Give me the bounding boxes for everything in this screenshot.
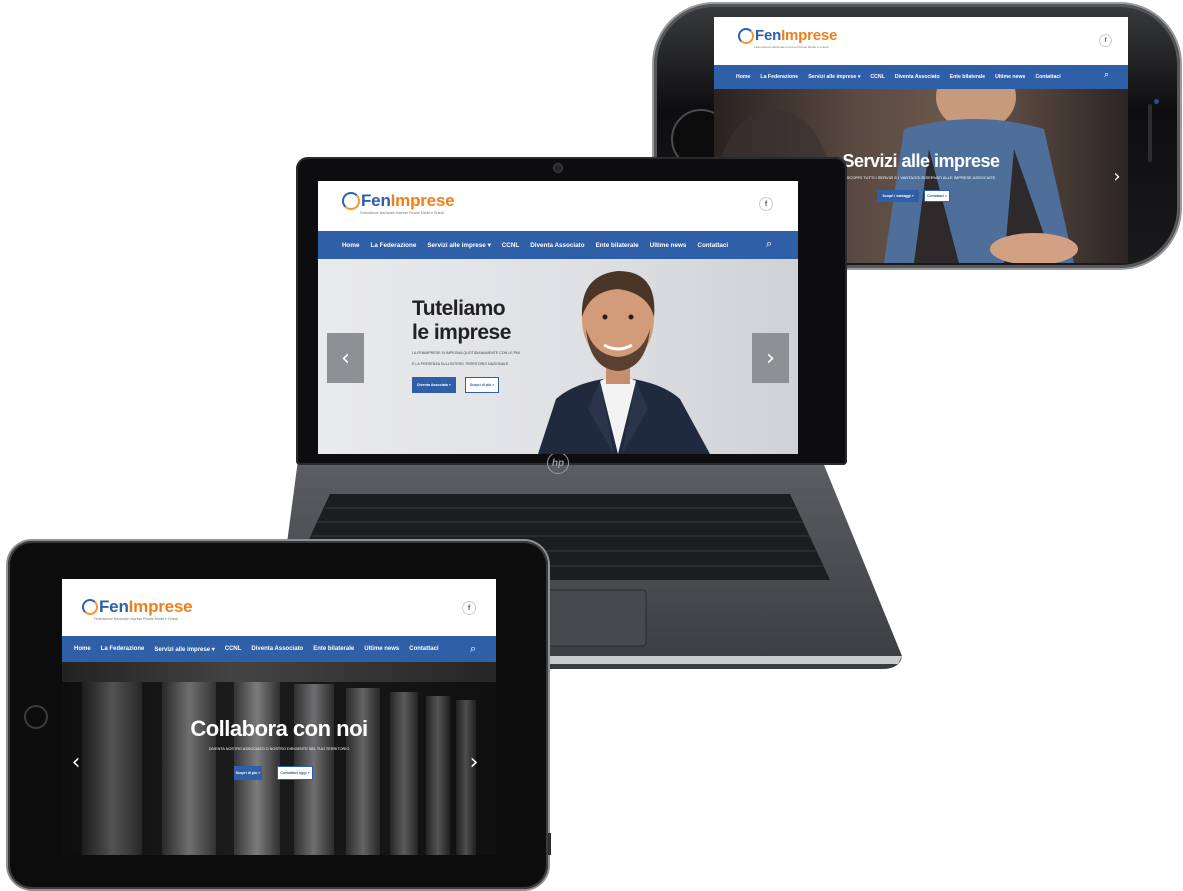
- laptop-btn-scopri-di-piu[interactable]: Scopri di più »: [465, 377, 499, 393]
- tablet-slider-prev-arrow[interactable]: ‹: [68, 748, 84, 776]
- tablet-hero-columns-image: [62, 662, 496, 855]
- nav-ccnl[interactable]: CCNL: [870, 74, 884, 80]
- laptop-facebook-icon[interactable]: f: [759, 197, 773, 211]
- nav-contattaci[interactable]: Contattaci: [697, 242, 728, 249]
- nav-home[interactable]: Home: [342, 242, 360, 249]
- phone-facebook-icon[interactable]: f: [1099, 34, 1112, 47]
- tablet-screen: FenImprese Federazione Nazionale Imprese…: [62, 579, 496, 855]
- search-icon[interactable]: ⌕: [1104, 70, 1109, 80]
- laptop-site-header: FenImprese Federazione Nazionale Imprese…: [318, 181, 798, 231]
- laptop-hero-subtitle-line2: E LA PRESENZA SULL'INTERO TERRITORIO NAZ…: [412, 362, 509, 366]
- tablet-logo-imprese: Imprese: [128, 597, 193, 616]
- laptop-hero-slide: ‹ › Tuteliamo le imprese LA FENIMPRESE S…: [318, 259, 798, 454]
- tablet-site-header: FenImprese Federazione Nazionale Imprese…: [62, 579, 496, 636]
- nav-servizi[interactable]: Servizi alle imprese ▾: [154, 646, 214, 653]
- tablet-side-button: [548, 833, 551, 855]
- nav-ultime-news[interactable]: Ultime news: [650, 242, 687, 249]
- tablet-hero-slide: ‹ › Collabora con noi DIVENTA NOSTRO ASS…: [62, 662, 496, 855]
- phone-site-header: FenImprese Federazione Nazionale Imprese…: [714, 17, 1128, 65]
- search-icon[interactable]: ⌕: [766, 237, 772, 251]
- nav-federazione[interactable]: La Federazione: [371, 242, 417, 249]
- laptop-logo-icon: [342, 192, 360, 210]
- laptop-screen: FenImprese Federazione Nazionale Imprese…: [318, 181, 798, 454]
- laptop-nav-bar: Home La Federazione Servizi alle imprese…: [318, 231, 798, 259]
- nav-contattaci[interactable]: Contattaci: [409, 646, 438, 652]
- nav-servizi-label: Servizi alle imprese: [154, 646, 211, 653]
- laptop-logo[interactable]: FenImprese: [342, 191, 455, 211]
- phone-nav-bar: Home La Federazione Servizi alle imprese…: [714, 65, 1128, 89]
- hp-logo-icon: hp: [547, 452, 569, 474]
- nav-federazione[interactable]: La Federazione: [760, 74, 798, 80]
- nav-ente-bilaterale[interactable]: Ente bilaterale: [313, 646, 354, 652]
- nav-ccnl[interactable]: CCNL: [502, 242, 520, 249]
- phone-speaker: [1148, 104, 1152, 162]
- nav-contattaci[interactable]: Contattaci: [1035, 74, 1060, 80]
- tablet-logo-fen: Fen: [99, 597, 129, 616]
- nav-servizi-label: Servizi alle imprese: [427, 241, 486, 249]
- tablet-hero-subtitle: DIVENTA NOSTRO ASSOCIATO O NOSTRO DIRIGE…: [208, 747, 350, 751]
- nav-ccnl[interactable]: CCNL: [225, 646, 242, 652]
- nav-federazione[interactable]: La Federazione: [101, 646, 145, 652]
- tablet-device: FenImprese Federazione Nazionale Imprese…: [8, 541, 551, 891]
- laptop-hero-title-line2: le imprese: [412, 321, 511, 344]
- phone-camera: [1154, 99, 1159, 104]
- nav-servizi[interactable]: Servizi alle imprese ▾: [808, 74, 860, 80]
- nav-servizi-label: Servizi alle imprese: [808, 74, 857, 80]
- phone-btn-contattaci[interactable]: Contattaci »: [924, 190, 950, 202]
- laptop-btn-diventa-associato[interactable]: Diventa Associato »: [412, 377, 456, 393]
- chevron-down-icon: ▾: [487, 241, 491, 249]
- nav-home[interactable]: Home: [74, 646, 91, 652]
- phone-logo[interactable]: FenImprese: [738, 27, 837, 44]
- laptop-logo-tagline: Federazione Nazionale Imprese Piccole Me…: [360, 211, 445, 215]
- nav-diventa-associato[interactable]: Diventa Associato: [530, 242, 584, 249]
- laptop-logo-fen: Fen: [361, 191, 391, 210]
- nav-diventa-associato[interactable]: Diventa Associato: [895, 74, 940, 80]
- nav-ente-bilaterale[interactable]: Ente bilaterale: [596, 242, 639, 249]
- tablet-logo[interactable]: FenImprese: [82, 597, 193, 617]
- laptop-webcam-icon: [553, 163, 563, 173]
- search-icon[interactable]: ⌕: [470, 642, 476, 656]
- chevron-down-icon: ▾: [211, 646, 215, 653]
- nav-ultime-news[interactable]: Ultime news: [364, 646, 399, 652]
- nav-servizi[interactable]: Servizi alle imprese ▾: [427, 242, 490, 249]
- tablet-btn-contattaci-oggi[interactable]: Contattaci oggi »: [277, 766, 313, 780]
- tablet-slider-next-arrow[interactable]: ›: [466, 748, 482, 776]
- tablet-nav-bar: Home La Federazione Servizi alle imprese…: [62, 636, 496, 662]
- nav-diventa-associato[interactable]: Diventa Associato: [251, 646, 303, 652]
- phone-logo-tagline: Federazione Nazionale Imprese Piccole Me…: [754, 45, 829, 49]
- tablet-btn-scopri-di-piu[interactable]: Scopri di più »: [234, 766, 262, 780]
- phone-logo-imprese: Imprese: [781, 27, 838, 44]
- tablet-logo-icon: [82, 599, 98, 615]
- phone-slider-next-arrow[interactable]: ›: [1110, 163, 1124, 189]
- nav-ente-bilaterale[interactable]: Ente bilaterale: [950, 74, 985, 80]
- phone-logo-icon: [738, 27, 754, 44]
- tablet-facebook-icon[interactable]: f: [462, 601, 476, 615]
- tablet-hero-title: Collabora con noi: [190, 716, 368, 741]
- nav-home[interactable]: Home: [736, 74, 750, 80]
- laptop-hero-title-line1: Tuteliamo: [412, 297, 506, 320]
- tablet-logo-tagline: Federazione Nazionale Imprese Piccole Me…: [94, 617, 179, 621]
- chevron-down-icon: ▾: [857, 74, 861, 80]
- laptop-slider-next-arrow[interactable]: ›: [752, 333, 789, 383]
- laptop-hero-person-image: [538, 271, 710, 454]
- laptop-logo-imprese: Imprese: [390, 191, 455, 210]
- laptop-hero-subtitle-line1: LA FENIMPRESE SI IMPEGNA QUOTIDIANAMENTE…: [412, 351, 521, 355]
- tablet-home-button[interactable]: [24, 705, 48, 729]
- nav-ultime-news[interactable]: Ultime news: [995, 74, 1025, 80]
- laptop-slider-prev-arrow[interactable]: ‹: [327, 333, 364, 383]
- phone-logo-fen: Fen: [755, 27, 782, 44]
